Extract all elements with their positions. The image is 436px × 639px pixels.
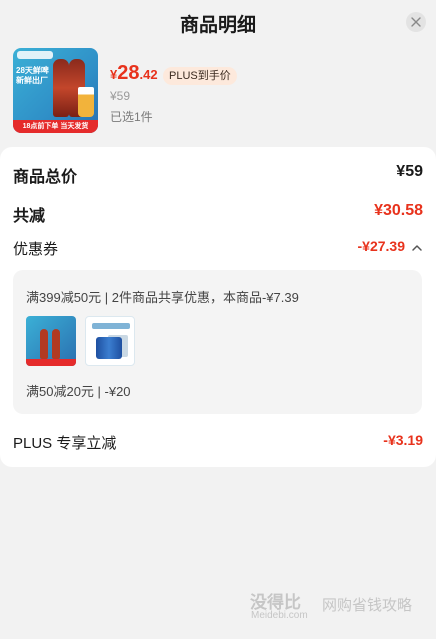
coupon-rule-shared: 满399减50元 | 2件商品共享优惠，本商品-¥7.39 — [26, 290, 299, 305]
plus-discount-row: PLUS 专享立减 -¥3.19 — [13, 432, 423, 456]
brand-logo — [17, 51, 53, 59]
watermark-slogan: 网购省钱攻略 — [322, 597, 413, 614]
product-image[interactable]: 28天鲜啤 新鲜出厂 18点前下单 当天发货 — [13, 48, 98, 133]
watermark-domain: Meidebi.com — [251, 610, 308, 621]
price-breakdown-card: 商品总价 ¥59 共减 ¥30.58 优惠券 -¥27.39 满399减50元 … — [0, 147, 436, 467]
plus-price-badge: PLUS到手价 — [163, 67, 237, 85]
coupon-item-beer-bottles[interactable] — [26, 316, 76, 366]
price-decimal: .42 — [139, 67, 158, 82]
chevron-up-icon[interactable] — [411, 243, 423, 253]
price-integer: 28 — [117, 62, 140, 84]
total-price-row: 商品总价 ¥59 — [13, 163, 423, 187]
coupon-row[interactable]: 优惠券 -¥27.39 — [13, 238, 423, 262]
image-strip — [26, 359, 76, 366]
watermark: 没得比 Meidebi.com 网购省钱攻略 — [250, 588, 430, 628]
total-price-value: ¥59 — [396, 163, 423, 180]
sheet-header: 商品明细 — [0, 0, 436, 42]
plus-discount-value: -¥3.19 — [383, 432, 423, 448]
close-icon — [411, 17, 421, 27]
plus-price: ¥28.42 — [110, 62, 158, 86]
beer-can-icon — [96, 337, 122, 359]
close-button[interactable] — [406, 12, 426, 32]
beer-bottle-icon — [52, 329, 60, 359]
total-discount-value: ¥30.58 — [374, 202, 423, 219]
image-header — [92, 323, 130, 329]
beer-glass-icon — [78, 87, 94, 117]
beer-bottle-icon — [40, 329, 48, 359]
sheet-title: 商品明细 — [179, 15, 256, 36]
selected-count: 已选1件 — [110, 110, 153, 124]
product-summary: 28天鲜啤 新鲜出厂 18点前下单 当天发货 ¥28.42 PLUS到手价 ¥5… — [0, 46, 436, 138]
plus-discount-label: PLUS 专享立减 — [13, 435, 117, 452]
product-image-strip: 18点前下单 当天发货 — [13, 120, 98, 133]
coupon-rule-single: 满50减20元 | -¥20 — [26, 384, 131, 399]
coupon-item-beer-can-set[interactable] — [85, 316, 135, 366]
product-image-text: 28天鲜啤 新鲜出厂 — [16, 66, 49, 85]
beer-bottle-icon — [53, 59, 69, 117]
original-price: ¥59 — [110, 89, 131, 103]
total-price-label: 商品总价 — [13, 169, 78, 186]
product-detail-sheet: 商品明细 28天鲜啤 新鲜出厂 18点前下单 当天发货 ¥28.42 PLUS到… — [0, 0, 436, 639]
coupon-detail-panel: 满399减50元 | 2件商品共享优惠，本商品-¥7.39 满50减20元 | … — [13, 270, 422, 414]
coupon-label: 优惠券 — [13, 241, 59, 258]
total-discount-row: 共减 ¥30.58 — [13, 202, 423, 226]
total-discount-label: 共减 — [13, 208, 46, 225]
coupon-value: -¥27.39 — [357, 238, 405, 254]
